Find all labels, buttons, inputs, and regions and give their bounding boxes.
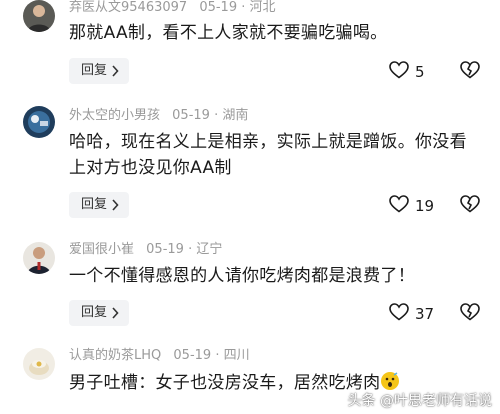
reply-label: 回复 [81,305,108,320]
comment-text: 那就AA制，看不上人家就不要骗吃骗喝。 [69,23,388,43]
chevron-right-icon [111,199,119,211]
like-button[interactable]: 5 [389,61,425,83]
comment-date: 05-19 [173,348,212,363]
comment-item: 爱国很小崔 05-19 · 辽宁 一个不懂得感恩的人请你吃烤肉都是浪费了！ 回复… [0,238,500,332]
like-button[interactable]: 19 [389,195,434,217]
comment-text: 一个不懂得感恩的人请你吃烤肉都是浪费了！ [69,266,415,286]
username[interactable]: 爱国很小崔 [69,242,134,257]
like-count: 37 [415,305,435,323]
comment-meta: 外太空的小男孩 05-19 · 湖南 [69,108,248,124]
heart-outline-icon [389,61,409,83]
avatar[interactable] [23,348,55,380]
watermark: 头条 @叶思老师有话说 [348,390,492,410]
username[interactable]: 弃医从文95463097 [69,0,187,15]
watermark-text: 头条 @叶思老师有话说 [347,393,492,409]
comment-date: 05-19 [199,0,238,15]
like-count: 5 [415,63,425,81]
meta-dot: · [241,0,250,15]
dislike-button[interactable] [460,61,480,83]
comment-list: 弃医从文95463097 05-19 · 河北 那就AA制，看不上人家就不要骗吃… [0,0,500,414]
comment-meta: 认真的奶茶LHQ 05-19 · 四川 [69,348,250,364]
comment-date: 05-19 [146,242,184,257]
reply-label: 回复 [81,63,108,78]
chevron-right-icon [111,307,119,319]
dislike-button[interactable] [460,303,480,325]
avatar[interactable] [23,106,55,138]
comment-item: 外太空的小男孩 05-19 · 湖南 哈哈，现在名义上是相亲，实际上就是蹭饭。你… [0,104,500,224]
comment-text: 哈哈，现在名义上是相亲，实际上就是蹭饭。你没看上对方也没见你AA制 [69,132,467,178]
chevron-right-icon [111,65,119,77]
comment-location: 河北 [249,0,276,15]
comment-item: 弃医从文95463097 05-19 · 河北 那就AA制，看不上人家就不要骗吃… [0,0,500,92]
broken-heart-icon [460,303,480,325]
surprised-face-emoji-icon [380,371,400,391]
reply-label: 回复 [81,197,108,212]
reply-button[interactable]: 回复 [69,192,130,218]
like-count: 19 [415,197,435,215]
dislike-button[interactable] [460,195,480,217]
heart-outline-icon [389,195,409,217]
broken-heart-icon [460,195,480,217]
username[interactable]: 认真的奶茶LHQ [69,348,161,363]
broken-heart-icon [460,61,480,83]
comment-location: 四川 [223,348,250,363]
reply-button[interactable]: 回复 [69,58,130,84]
comment-text-content: 男子吐槽：女子也没房没车，居然吃烤肉 [69,373,381,393]
comment-location: 辽宁 [196,242,223,257]
avatar[interactable] [23,0,55,32]
comment-location: 湖南 [222,108,249,123]
comment-date: 05-19 [172,108,210,123]
comment-meta: 弃医从文95463097 05-19 · 河北 [69,0,276,16]
username[interactable]: 外太空的小男孩 [69,108,160,123]
heart-outline-icon [389,303,409,325]
meta-dot: · [215,348,224,363]
like-button[interactable]: 37 [389,303,434,325]
comment-meta: 爱国很小崔 05-19 · 辽宁 [69,242,222,258]
avatar[interactable] [23,242,55,274]
reply-button[interactable]: 回复 [69,300,130,326]
